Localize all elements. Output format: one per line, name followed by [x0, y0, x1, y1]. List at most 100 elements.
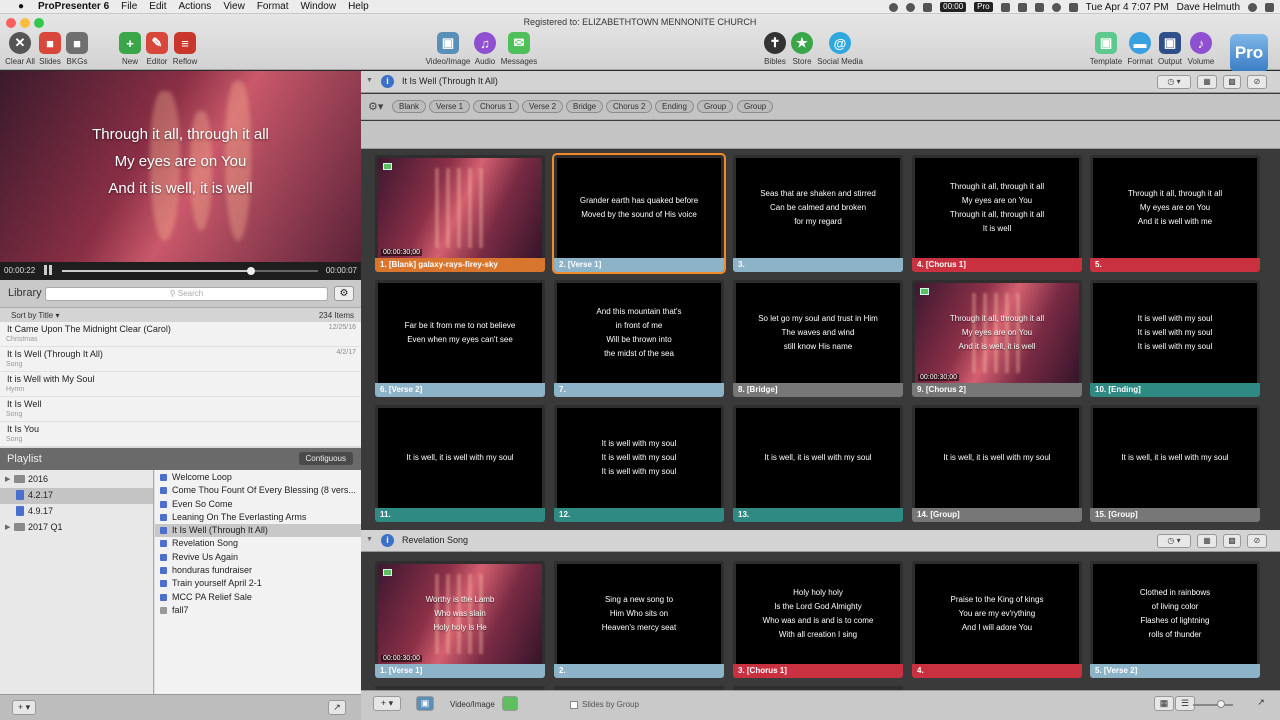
slide-thumbnail[interactable]: It is well, it is well with my soul 13. [733, 405, 903, 522]
timer-dropdown[interactable]: ◷ ▾ [1157, 534, 1191, 548]
slide-thumbnail[interactable]: Holy holy holy Is the Lord God Almighty … [733, 561, 903, 678]
user-name[interactable]: Dave Helmuth [1177, 2, 1240, 13]
slide-thumbnail[interactable]: So let go my soul and trust in Him The w… [733, 280, 903, 397]
library-item[interactable]: It Is You Song [0, 422, 361, 446]
slide-thumbnail[interactable]: Far be it from me to not believe Even wh… [375, 280, 545, 397]
cloud-icon[interactable] [906, 2, 916, 12]
playlist-folder[interactable]: ▶ 2017 Q1 [0, 520, 153, 536]
volume-button[interactable]: ♪ Volume [1178, 32, 1224, 66]
slide-thumbnail[interactable]: Sing a new song to Him Who sits on Heave… [554, 561, 724, 678]
slide-thumbnail[interactable]: It is well, it is well with my soul 11. [375, 405, 545, 522]
group-settings-gear-icon[interactable]: ⚙▾ [368, 100, 383, 113]
time-machine-icon[interactable] [1000, 2, 1010, 12]
group-pill-blank[interactable]: Blank [392, 100, 427, 113]
slide-size-icon[interactable]: ▩ [1223, 75, 1241, 89]
spotlight-icon[interactable] [1248, 2, 1257, 12]
add-playlist-button[interactable]: + ▾ [12, 700, 36, 715]
slide-thumbnail[interactable]: It is well with my soul It is well with … [554, 405, 724, 522]
menu-actions[interactable]: Actions [179, 1, 212, 12]
collapse-triangle-icon[interactable]: ▼ [366, 536, 373, 543]
slide-thumbnail[interactable]: It is well, it is well with my soul 14. [… [912, 405, 1082, 522]
list-view-icon[interactable]: ☰ [1175, 696, 1195, 711]
playlist-item[interactable]: Revelation Song [155, 537, 361, 550]
battery-time-badge[interactable]: 00:00 [940, 2, 967, 12]
playlist-entry[interactable]: 4.9.17 [0, 504, 153, 520]
slide-thumbnail[interactable]: Through it all, through it all My eyes a… [1090, 155, 1260, 272]
playlist-item[interactable]: Leaning On The Everlasting Arms [155, 511, 361, 524]
clear-backgrounds-button[interactable]: ■ BKGs [54, 32, 100, 66]
slide-size-icon[interactable]: ▩ [1223, 534, 1241, 548]
timer-dropdown[interactable]: ◷ ▾ [1157, 75, 1191, 89]
library-item[interactable]: It Is Well Song [0, 397, 361, 422]
reflow-button[interactable]: ≡ Reflow [162, 32, 208, 66]
slide-thumbnail[interactable]: 00:00:30;00 1. [Blank] galaxy-rays-firey-… [375, 155, 545, 272]
slide-thumbnail[interactable]: Through it all, through it all My eyes a… [912, 155, 1082, 272]
sort-dropdown[interactable]: Sort by Title ▾ [11, 311, 60, 320]
playlist-item[interactable]: Train yourself April 2-1 [155, 577, 361, 590]
dropbox-icon[interactable] [923, 2, 933, 12]
menu-format[interactable]: Format [257, 1, 289, 12]
slide-thumbnail[interactable]: It is well with my soul It is well with … [1090, 280, 1260, 397]
playlist-item[interactable]: honduras fundraiser [155, 564, 361, 577]
playlist-folder[interactable]: ▶ 2016 [0, 472, 153, 488]
group-pill-group[interactable]: Group [737, 100, 774, 113]
volume-icon[interactable] [1068, 2, 1078, 12]
social-media-button[interactable]: @ Social Media [817, 32, 863, 66]
messages-button[interactable]: ✉ Messages [496, 32, 542, 66]
group-pill-verse-2[interactable]: Verse 2 [522, 100, 564, 113]
location-icon[interactable] [1034, 2, 1044, 12]
media-bin-icon[interactable] [502, 696, 518, 711]
add-slide-button[interactable]: + ▾ [373, 696, 401, 711]
playlist-item[interactable]: fall7 [155, 604, 361, 617]
menu-help[interactable]: Help [348, 1, 369, 12]
disclosure-triangle-icon[interactable]: ▶ [5, 523, 10, 531]
menu-view[interactable]: View [223, 1, 245, 12]
slide-thumbnail[interactable]: Seas that are shaken and stirred Can be … [733, 155, 903, 272]
library-item[interactable]: It is Well with My Soul Hymn [0, 372, 361, 397]
slide-thumbnail[interactable]: Clothed in rainbows of living color Flas… [1090, 561, 1260, 678]
info-icon[interactable]: i [381, 534, 394, 547]
app-menu[interactable]: ProPresenter 6 [38, 1, 109, 12]
scrub-handle[interactable] [247, 267, 256, 275]
wifi-icon[interactable] [1051, 2, 1061, 12]
arrangement-icon[interactable]: ▦ [1197, 75, 1217, 89]
disclosure-triangle-icon[interactable]: ▶ [5, 475, 10, 483]
hide-icon[interactable]: ⊘ [1247, 534, 1267, 548]
menu-file[interactable]: File [121, 1, 137, 12]
group-pill-bridge[interactable]: Bridge [566, 100, 604, 113]
group-pill-group[interactable]: Group [697, 100, 734, 113]
expand-icon[interactable]: ↗ [328, 700, 346, 715]
group-pill-chorus-1[interactable]: Chorus 1 [473, 100, 520, 113]
library-settings-gear-icon[interactable]: ⚙ [334, 286, 354, 301]
apple-menu-icon[interactable]: ● [14, 1, 28, 12]
library-search-input[interactable]: ⚲ Search [45, 287, 328, 301]
collapse-triangle-icon[interactable]: ▼ [366, 77, 373, 84]
arrangement-icon[interactable]: ▦ [1197, 534, 1217, 548]
playlist-item[interactable]: Revive Us Again [155, 551, 361, 564]
media-thumbnail-icon[interactable]: ▣ [416, 696, 434, 711]
library-item[interactable]: It Came Upon The Midnight Clear (Carol) C… [0, 322, 361, 347]
contiguous-button[interactable]: Contiguous [298, 452, 353, 465]
group-pill-ending[interactable]: Ending [655, 100, 694, 113]
slide-thumbnail[interactable]: Through it all, through it all My eyes a… [912, 280, 1082, 397]
slide-thumbnail[interactable]: Grander earth has quaked before Moved by… [554, 155, 724, 272]
playlist-item[interactable]: Even So Come [155, 498, 361, 511]
library-item[interactable]: It Is Well (Through It All) Song 4/2/17 [0, 347, 361, 372]
menu-edit[interactable]: Edit [149, 1, 166, 12]
group-pill-verse-1[interactable]: Verse 1 [429, 100, 471, 113]
slide-thumbnail[interactable]: Praise to the King of kings You are my e… [912, 561, 1082, 678]
playlist-item-selected[interactable]: It Is Well (Through It All) [155, 524, 361, 538]
slides-by-group-checkbox[interactable] [570, 701, 578, 709]
pause-icon[interactable] [44, 265, 52, 275]
zoom-slider-handle[interactable] [1217, 700, 1225, 708]
output-preview[interactable]: Through it all, through it all My eyes a… [0, 71, 361, 262]
playlist-item[interactable]: Welcome Loop [155, 471, 361, 484]
group-pill-chorus-2[interactable]: Chorus 2 [606, 100, 653, 113]
playlist-entry[interactable]: 4.2.17 [0, 488, 153, 504]
record-icon[interactable] [889, 2, 899, 12]
slide-thumbnail[interactable]: And this mountain that's in front of me … [554, 280, 724, 397]
playlist-item[interactable]: MCC PA Relief Sale [155, 591, 361, 604]
clock[interactable]: Tue Apr 4 7:07 PM [1086, 2, 1169, 13]
slide-thumbnail[interactable]: It is well, it is well with my soul 15. [… [1090, 405, 1260, 522]
scrub-bar[interactable] [62, 267, 318, 275]
